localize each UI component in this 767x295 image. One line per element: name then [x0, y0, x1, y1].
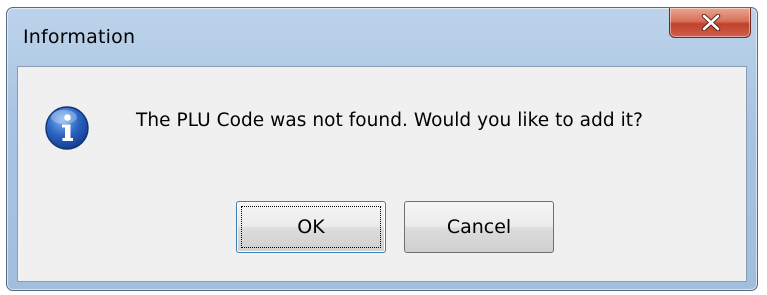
dialog-title: Information: [23, 26, 136, 48]
information-dialog: Information The PLU Code was not found. …: [6, 7, 758, 291]
close-button[interactable]: [669, 8, 751, 38]
dialog-body: The PLU Code was not found. Would you li…: [17, 66, 747, 282]
dialog-message: The PLU Code was not found. Would you li…: [136, 110, 643, 131]
title-bar[interactable]: Information: [7, 8, 757, 66]
ok-button[interactable]: OK: [236, 201, 386, 253]
information-icon: [45, 106, 89, 150]
cancel-button[interactable]: Cancel: [404, 201, 554, 253]
ok-button-label: OK: [241, 206, 381, 248]
close-icon: [701, 14, 721, 31]
